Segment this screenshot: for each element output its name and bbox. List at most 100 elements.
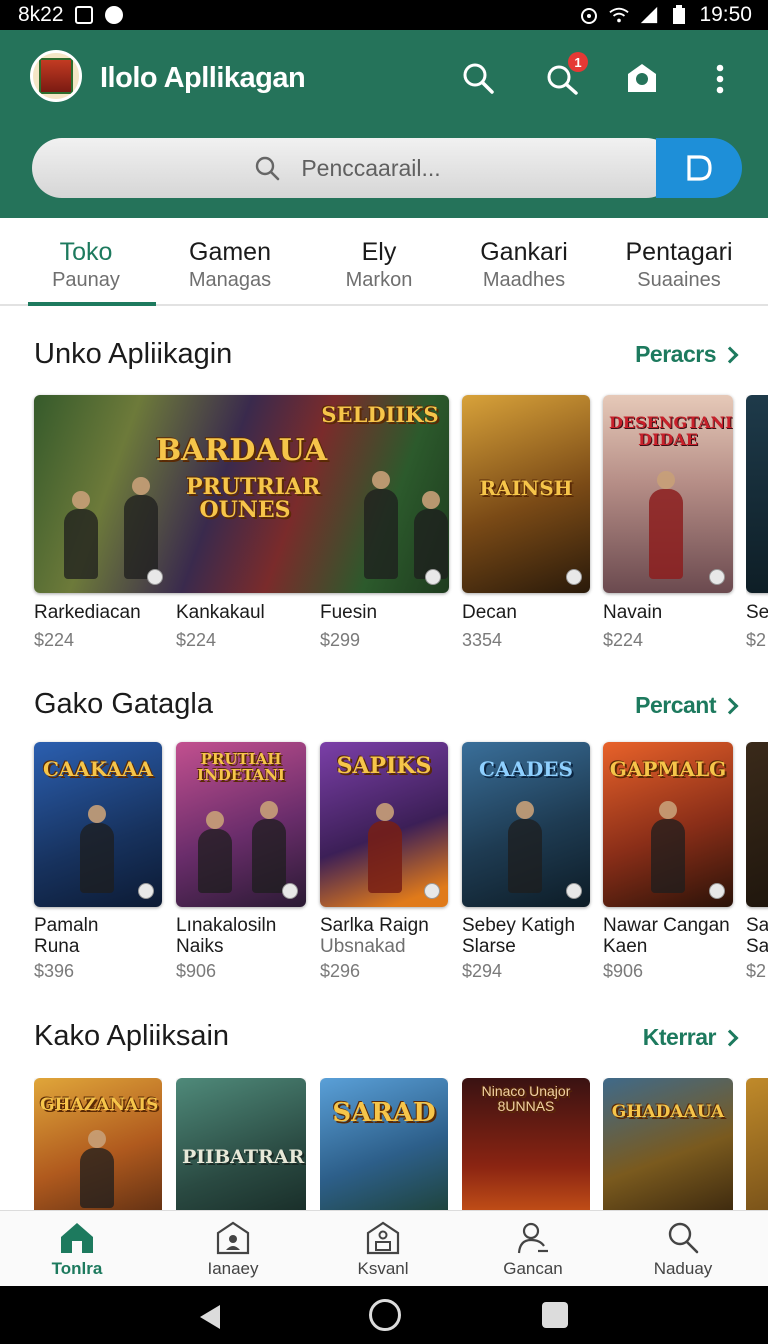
more-vert-icon[interactable] — [702, 60, 738, 96]
nav-label: Tonlra — [51, 1259, 103, 1278]
tab-ely[interactable]: Ely Markon — [310, 218, 448, 306]
app-card-partial[interactable]: Sa Sa $2 — [746, 742, 768, 992]
tab-toko[interactable]: Toko Paunay — [14, 218, 158, 306]
app-subtitle: Kaen — [603, 936, 648, 957]
badge-icon — [709, 883, 725, 899]
thumbnail-title: BARDAUA — [155, 432, 328, 468]
section-more-link[interactable]: Peracrs — [635, 341, 739, 368]
section-more-label: Peracrs — [635, 341, 716, 367]
nav-item-search[interactable]: Naduay — [608, 1211, 758, 1287]
app-card[interactable]: SARAD — [320, 1078, 448, 1210]
badge-icon — [709, 569, 725, 585]
app-card[interactable]: SAPIKS Sarlka Raign Ubsnakad $296 — [320, 742, 448, 992]
app-price: $224 — [176, 630, 217, 650]
badge-icon — [566, 883, 582, 899]
home-icon — [61, 1223, 93, 1253]
app-card[interactable]: PRUTIAH INDETANI Lınakalosiln Naiks $906 — [176, 742, 306, 992]
thumbnail-title: GHADAAUA — [611, 1101, 725, 1122]
nav-item-user[interactable]: Gancan — [458, 1211, 608, 1287]
profile-icon — [216, 1221, 250, 1255]
app-logo[interactable] — [30, 50, 82, 102]
section-more-link[interactable]: Percant — [635, 692, 739, 719]
category-tabs: Toko Paunay Gamen Managas Ely Markon Gan… — [0, 218, 768, 306]
tab-gankari[interactable]: Gankari Maadhes — [454, 218, 594, 306]
thumbnail-title: GHAZANAIS — [40, 1095, 159, 1116]
thumbnail-title: RAINSH — [479, 476, 573, 501]
app-card[interactable]: GHAZANAIS — [34, 1078, 162, 1210]
app-card[interactable]: CAAKAAA Pamaln Runa $396 — [34, 742, 162, 992]
tab-gamen[interactable]: Gamen Managas — [160, 218, 300, 306]
tab-subtitle: Maadhes — [482, 269, 566, 291]
nav-label: Ksvanl — [357, 1259, 409, 1278]
badge-icon — [566, 569, 582, 585]
app-price: $294 — [462, 961, 503, 981]
app-subtitle: Sa — [746, 936, 768, 957]
section-more-label: Kterrar — [642, 1024, 717, 1050]
app-subtitle: Slarse — [462, 936, 516, 957]
chevron-right-icon — [721, 346, 739, 363]
back-icon[interactable] — [200, 1305, 220, 1329]
app-price: $224 — [603, 630, 644, 650]
notification-box-icon — [74, 5, 94, 25]
app-thumbnail: SARAD — [320, 1078, 448, 1210]
app-subtitle: Ubsnakad — [320, 936, 406, 957]
app-card[interactable]: PIIBATRAR — [176, 1078, 306, 1210]
shield-icon[interactable] — [624, 60, 660, 96]
recents-icon[interactable] — [542, 1302, 568, 1328]
tab-subtitle: Paunay — [52, 269, 120, 291]
nav-label: Ianaey — [207, 1259, 259, 1278]
app-name: Se — [746, 602, 768, 623]
app-name: Sarlka Raign — [320, 915, 429, 936]
nav-item-store[interactable]: Ksvanl — [308, 1211, 458, 1287]
tab-pentagari[interactable]: Pentagari Suaaines — [606, 218, 752, 306]
app-thumbnail: RAINSH — [462, 395, 590, 593]
search-input[interactable] — [32, 138, 676, 198]
badge-icon — [424, 883, 440, 899]
app-price: $2 — [746, 961, 767, 981]
app-card[interactable]: Ninaco Unajor 8UNNAS — [462, 1078, 590, 1210]
app-thumbnail: CAAKAAA — [34, 742, 162, 907]
app-price: 3354 — [462, 630, 503, 650]
thumbnail-title: PRUTIAH INDETANI — [197, 749, 285, 784]
app-card-partial[interactable]: Se $2 — [746, 395, 768, 655]
app-card-partial[interactable] — [746, 1078, 768, 1210]
tab-title: Gamen — [189, 238, 271, 266]
nav-label: Naduay — [653, 1259, 713, 1278]
app-card[interactable]: RAINSH Decan 3354 — [462, 395, 590, 655]
store-icon — [366, 1221, 400, 1255]
app-header: Ilolo Apllikagan 1 — [0, 30, 768, 218]
search-glass-icon — [254, 155, 280, 181]
home-circle-icon[interactable] — [369, 1299, 401, 1331]
app-subtitle: Runa — [34, 936, 80, 957]
app-thumbnail: CAADES — [462, 742, 590, 907]
app-price: $296 — [320, 961, 361, 981]
bottom-navigation: Tonlra Ianaey Ksvanl Gancan Naduay — [0, 1210, 768, 1286]
nav-item-profile[interactable]: Ianaey — [158, 1211, 308, 1287]
badge-icon — [147, 569, 163, 585]
tab-title: Ely — [361, 238, 397, 266]
app-card[interactable]: CAADES Sebey Katigh Slarse $294 — [462, 742, 590, 992]
notification-dot-icon — [104, 5, 124, 25]
app-name: Kankakaul — [176, 602, 265, 623]
tab-subtitle: Managas — [188, 269, 272, 291]
app-thumbnail: DESENGTANI DIDAE — [603, 395, 733, 593]
tab-subtitle: Suaaines — [637, 269, 721, 291]
battery-icon — [669, 5, 689, 25]
section-more-link[interactable]: Kterrar — [642, 1024, 739, 1051]
app-thumbnail: GHAZANAIS — [34, 1078, 162, 1210]
app-name: Nawar Cangan — [603, 915, 730, 936]
active-tab-indicator — [28, 302, 156, 306]
app-name: Lınakalosiln — [176, 915, 277, 936]
app-price: $2 — [746, 630, 767, 650]
app-card[interactable]: GHADAAUA — [603, 1078, 733, 1210]
chevron-right-icon — [721, 1029, 739, 1046]
app-card[interactable]: DESENGTANI DIDAE Navain $224 — [603, 395, 733, 655]
app-name: Decan — [462, 602, 517, 623]
notifications-search-icon[interactable]: 1 — [544, 52, 588, 96]
app-card[interactable]: GAPMALG Nawar Cangan Kaen $906 — [603, 742, 733, 992]
search-submit-button[interactable] — [656, 138, 742, 198]
thumbnail-title: CAADES — [479, 756, 573, 781]
nav-item-home[interactable]: Tonlra — [2, 1211, 152, 1287]
status-left-text: 8k22 — [18, 3, 64, 26]
search-icon[interactable] — [460, 60, 496, 96]
